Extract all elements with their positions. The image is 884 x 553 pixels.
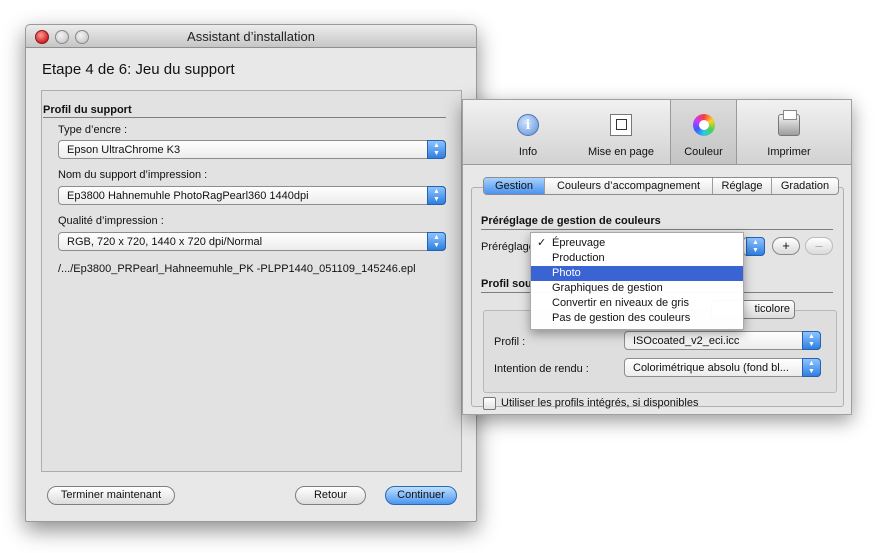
use-embedded-label: Utiliser les profils intégrés, si dispon… — [501, 397, 699, 409]
title-bar[interactable]: Assistant d’installation — [26, 25, 476, 48]
media-name-label: Nom du support d’impression : — [58, 169, 208, 181]
file-path: /.../Ep3800_PRPearl_Hahneemuhle_PK -PLPP… — [58, 263, 416, 275]
info-icon: i — [517, 114, 539, 136]
use-embedded-checkbox[interactable] — [483, 397, 496, 410]
profile-value: ISOcoated_v2_eci.icc — [633, 335, 740, 347]
menu-item-production[interactable]: Production — [531, 251, 743, 266]
menu-item-grayscale[interactable]: Convertir en niveaux de gris — [531, 296, 743, 311]
updown-arrows-icon: ▲ ▼ — [427, 186, 446, 205]
check-mark-icon: ✓ — [537, 237, 547, 249]
quality-select[interactable]: RGB, 720 x 720, 1440 x 720 dpi/Normal ▲ ▼ — [58, 232, 446, 251]
profile-label: Profil : — [494, 336, 526, 348]
tab-gradation[interactable]: Gradation — [772, 178, 838, 194]
color-tabs: Gestion Couleurs d’accompagnement Réglag… — [483, 177, 839, 195]
setup-assistant-window: Assistant d’installation Etape 4 de 6: J… — [25, 24, 477, 522]
section-divider — [43, 117, 446, 118]
updown-arrows-icon: ▲ ▼ — [746, 237, 765, 256]
preset-section-title: Préréglage de gestion de couleurs — [481, 215, 661, 227]
menu-item-proofing[interactable]: ✓ Épreuvage — [531, 236, 743, 251]
continue-button[interactable]: Continuer — [385, 486, 457, 505]
menu-item-photo[interactable]: Photo — [531, 266, 743, 281]
menu-item-label: Graphiques de gestion — [552, 282, 663, 294]
toolbar-label: Imprimer — [767, 146, 811, 158]
window-title: Assistant d’installation — [187, 29, 315, 44]
menu-item-no-color-management[interactable]: Pas de gestion des couleurs — [531, 311, 743, 326]
back-button[interactable]: Retour — [295, 486, 366, 505]
updown-arrows-icon: ▲ ▼ — [802, 358, 821, 377]
toolbar-item-color[interactable]: Couleur — [670, 100, 737, 164]
page-setup-icon — [610, 114, 632, 136]
toolbar-item-info[interactable]: i Info — [493, 100, 563, 164]
toolbar-label: Couleur — [684, 146, 723, 158]
tab-gestion[interactable]: Gestion — [484, 178, 545, 194]
ink-type-value: Epson UltraChrome K3 — [67, 144, 181, 156]
ink-type-label: Type d’encre : — [58, 124, 128, 136]
section-title: Profil du support — [43, 104, 132, 116]
source-profile-title: Profil sou — [481, 278, 532, 290]
updown-arrows-icon: ▲ ▼ — [427, 140, 446, 159]
preset-select[interactable]: ▲ ▼ — [743, 237, 765, 256]
quality-label: Qualité d’impression : — [58, 215, 164, 227]
toolbar-label: Info — [518, 146, 538, 158]
media-name-value: Ep3800 Hahnemuhle PhotoRagPearl360 1440d… — [67, 190, 309, 202]
toolbar-item-page-setup[interactable]: Mise en page — [573, 100, 669, 164]
intent-label: Intention de rendu : — [494, 363, 589, 375]
menu-item-label: Convertir en niveaux de gris — [552, 297, 689, 309]
toolbar-label: Mise en page — [587, 146, 655, 158]
menu-item-business-graphics[interactable]: Graphiques de gestion — [531, 281, 743, 296]
printer-icon — [778, 110, 800, 136]
menu-item-label: Pas de gestion des couleurs — [552, 312, 691, 324]
intent-value: Colorimétrique absolu (fond bl... — [633, 362, 789, 374]
intent-select[interactable]: Colorimétrique absolu (fond bl... ▲ ▼ — [624, 358, 821, 377]
menu-item-label: Production — [552, 252, 605, 264]
media-name-select[interactable]: Ep3800 Hahnemuhle PhotoRagPearl360 1440d… — [58, 186, 446, 205]
step-heading: Etape 4 de 6: Jeu du support — [42, 61, 235, 78]
tab-adjustment[interactable]: Réglage — [713, 178, 772, 194]
menu-item-label: Photo — [552, 267, 581, 279]
tab-spot-colors[interactable]: Couleurs d’accompagnement — [545, 178, 713, 194]
color-wheel-icon — [692, 114, 715, 136]
finish-now-button[interactable]: Terminer maintenant — [47, 486, 175, 505]
profile-select[interactable]: ISOcoated_v2_eci.icc ▲ ▼ — [624, 331, 821, 350]
add-preset-button[interactable]: + — [772, 237, 800, 255]
updown-arrows-icon: ▲ ▼ — [427, 232, 446, 251]
print-toolbar: i Info Mise en page Couleur Imprimer — [463, 100, 851, 165]
remove-preset-button[interactable]: – — [805, 237, 833, 255]
preset-menu: ✓ Épreuvage Production Photo Graphiques … — [530, 232, 744, 330]
ink-type-select[interactable]: Epson UltraChrome K3 ▲ ▼ — [58, 140, 446, 159]
toolbar-item-print[interactable]: Imprimer — [751, 100, 827, 164]
section-divider — [481, 229, 833, 230]
quality-value: RGB, 720 x 720, 1440 x 720 dpi/Normal — [67, 236, 263, 248]
menu-item-label: Épreuvage — [552, 237, 606, 249]
preset-label: Préréglage — [481, 241, 535, 253]
updown-arrows-icon: ▲ ▼ — [802, 331, 821, 350]
